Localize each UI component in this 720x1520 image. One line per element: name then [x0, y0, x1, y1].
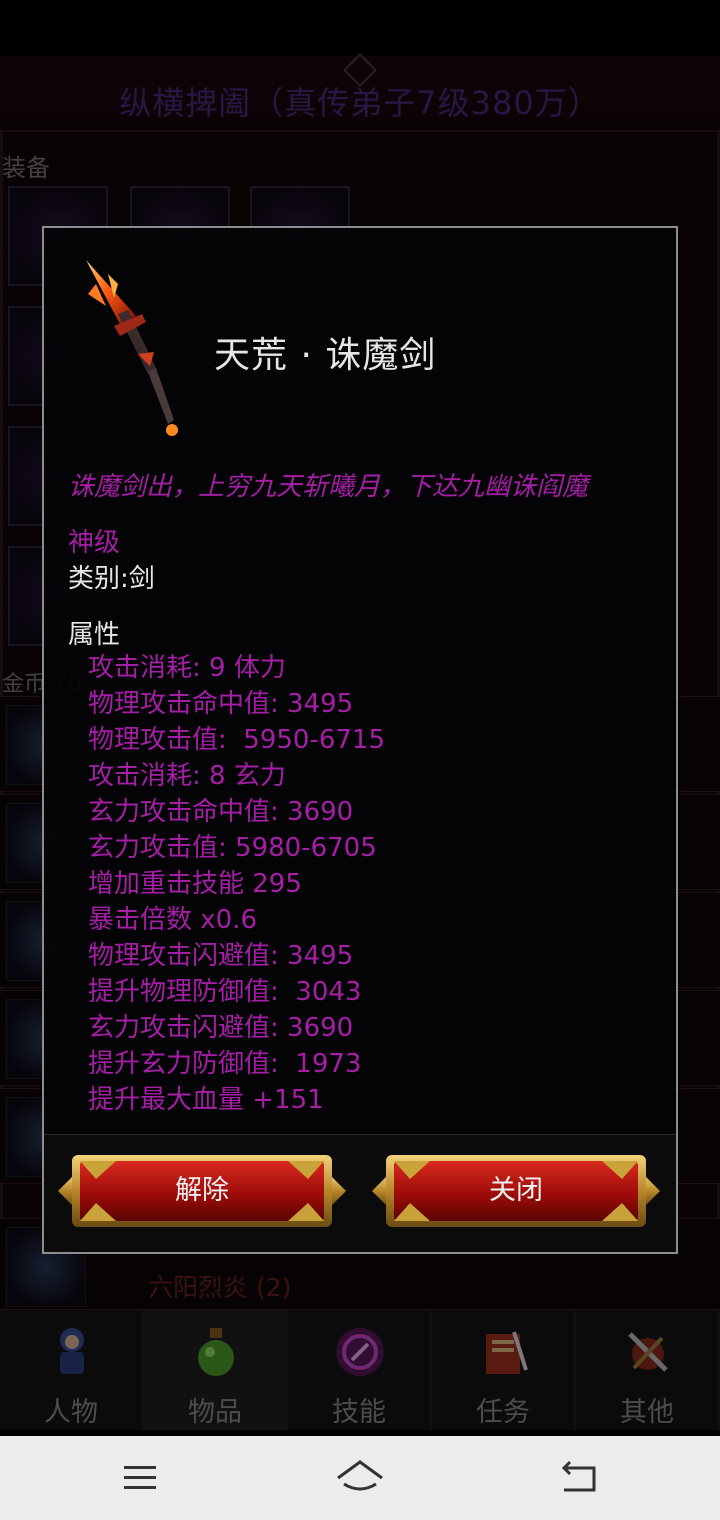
attributes-heading: 属性 — [68, 620, 121, 650]
attribute-row: 物理攻击命中值: 3495 — [88, 689, 354, 719]
home-icon[interactable] — [330, 1454, 390, 1502]
attribute-row: 玄力攻击命中值: 3690 — [88, 797, 354, 827]
attribute-row: 增加重击技能 295 — [88, 869, 302, 899]
sword-icon — [86, 260, 178, 436]
attribute-row: 攻击消耗: 8 玄力 — [88, 761, 286, 791]
close-button-label: 关闭 — [489, 1175, 543, 1206]
unequip-button-label: 解除 — [175, 1175, 229, 1206]
attribute-row: 玄力攻击闪避值: 3690 — [88, 1013, 354, 1043]
system-nav-bar — [0, 1436, 720, 1520]
item-detail-dialog: 天荒 · 诛魔剑 诛魔剑出，上穷九天斩曦月，下达九幽诛阎魔 神级 类别:剑 属性… — [42, 226, 678, 1254]
dialog-button-bar: 解除 关闭 — [44, 1134, 676, 1252]
attribute-row: 攻击消耗: 9 体力 — [88, 653, 286, 683]
attribute-row: 物理攻击值: 5950-6715 — [88, 725, 386, 755]
attribute-row: 提升最大血量 +151 — [88, 1085, 324, 1115]
item-category: 类别:剑 — [68, 564, 155, 594]
attribute-row: 提升物理防御值: 3043 — [88, 977, 362, 1007]
item-rarity: 神级 — [68, 528, 121, 558]
attribute-row: 提升玄力防御值: 1973 — [88, 1049, 362, 1079]
attribute-row: 物理攻击闪避值: 3495 — [88, 941, 354, 971]
attribute-list: 攻击消耗: 9 体力 物理攻击命中值: 3495 物理攻击值: 5950-671… — [88, 650, 385, 1118]
menu-icon[interactable] — [110, 1454, 170, 1502]
attribute-row: 玄力攻击值: 5980-6705 — [88, 833, 377, 863]
close-button[interactable]: 关闭 — [370, 1149, 662, 1233]
item-name: 天荒 · 诛魔剑 — [214, 335, 437, 376]
unequip-button[interactable]: 解除 — [56, 1149, 348, 1233]
attribute-row: 暴击倍数 x0.6 — [88, 905, 258, 935]
item-description: 诛魔剑出，上穷九天斩曦月，下达九幽诛阎魔 — [68, 472, 589, 502]
back-icon[interactable] — [550, 1454, 610, 1502]
